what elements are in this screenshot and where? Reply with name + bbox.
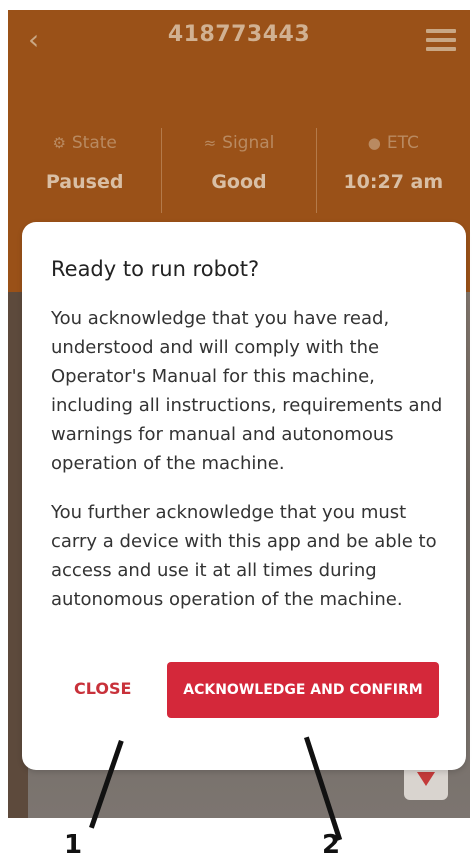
stat-state: ⚙ State Paused <box>8 128 161 213</box>
dialog-title: Ready to run robot? <box>51 257 260 281</box>
dialog-paragraph-2: You further acknowledge that you must ca… <box>51 502 437 610</box>
callout-label-2: 2 <box>322 830 341 860</box>
close-button[interactable]: CLOSE <box>64 661 141 717</box>
page-title: 418773443 <box>167 22 311 47</box>
stat-label-etc: ETC <box>386 133 419 153</box>
robot-state-icon: ⚙ <box>52 134 66 152</box>
stat-value-etc: 10:27 am <box>343 171 444 193</box>
stat-etc: ● ETC 10:27 am <box>315 128 470 213</box>
acknowledge-confirm-button[interactable]: ACKNOWLEDGE AND CONFIRM <box>167 662 439 718</box>
clock-icon: ● <box>367 134 381 152</box>
wifi-icon: ≈ <box>203 134 217 152</box>
stat-value-state: Paused <box>45 171 124 193</box>
stat-label-signal: Signal <box>222 133 275 153</box>
status-bar: ⚙ State Paused ≈ Signal Good ● ETC 10:27 am <box>8 128 470 213</box>
hamburger-menu-icon[interactable] <box>426 29 456 51</box>
stat-signal: ≈ Signal Good <box>161 128 315 213</box>
dialog-body: You acknowledge that you have read, unde… <box>51 304 451 634</box>
dialog-paragraph-1: You acknowledge that you have read, unde… <box>51 308 443 474</box>
acknowledge-dialog: Ready to run robot? You acknowledge that… <box>22 222 466 770</box>
callout-label-1: 1 <box>64 830 83 860</box>
stat-label-state: State <box>71 133 117 153</box>
stat-value-signal: Good <box>211 171 267 193</box>
